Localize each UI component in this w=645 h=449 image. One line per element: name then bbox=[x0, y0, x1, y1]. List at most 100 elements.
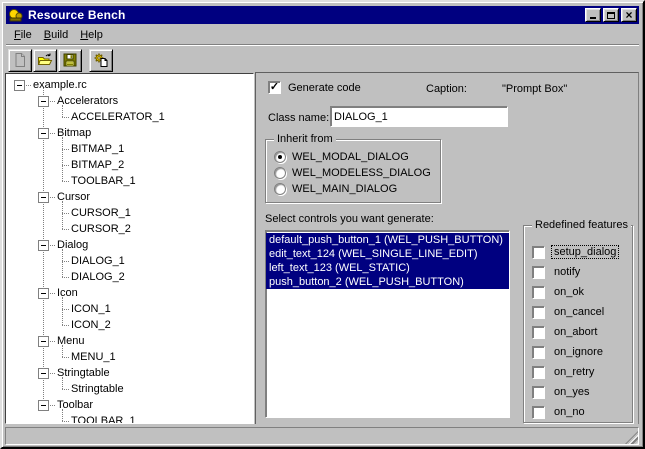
menu-build[interactable]: Build bbox=[38, 27, 74, 43]
collapse-icon[interactable] bbox=[38, 240, 49, 251]
feature-label: setup_dialog bbox=[552, 246, 618, 258]
tree-item-cursor[interactable]: Cursor bbox=[6, 189, 253, 205]
tree-leaves: DIALOG_1DIALOG_2 bbox=[6, 253, 253, 285]
tree-item-toolbar_1[interactable]: TOOLBAR_1 bbox=[6, 413, 253, 424]
maximize-icon bbox=[607, 12, 615, 19]
tree-line bbox=[62, 213, 69, 214]
open-file-button[interactable] bbox=[33, 49, 57, 72]
tree-item-menu_1[interactable]: MENU_1 bbox=[6, 349, 253, 365]
tree-line bbox=[62, 357, 69, 358]
tree-item-toolbar[interactable]: Toolbar bbox=[6, 397, 253, 413]
tree-item-label: example.rc bbox=[33, 79, 87, 91]
tree-line bbox=[50, 373, 55, 374]
tree-item-dialog_2[interactable]: DIALOG_2 bbox=[6, 269, 253, 285]
radio-wel_main_dialog[interactable]: WEL_MAIN_DIALOG bbox=[266, 181, 440, 197]
tree-line bbox=[50, 133, 55, 134]
close-button[interactable]: × bbox=[621, 8, 637, 22]
tree-line bbox=[50, 341, 55, 342]
tree-line bbox=[50, 245, 55, 246]
feature-checkbox[interactable]: ✓ bbox=[532, 366, 545, 379]
feature-label: on_ok bbox=[552, 286, 586, 298]
tree-groups: Accelerators ACCELERATOR_1BitmapBITMAP_1B… bbox=[6, 93, 253, 424]
controls-list-label: Select controls you want generate: bbox=[265, 213, 434, 225]
generate-code-label: Generate code bbox=[288, 82, 361, 94]
list-item[interactable]: default_push_button_1 (WEL_PUSH_BUTTON) bbox=[266, 233, 509, 247]
collapse-icon[interactable] bbox=[38, 192, 49, 203]
toolbar bbox=[6, 48, 639, 72]
collapse-icon[interactable] bbox=[38, 128, 49, 139]
tree-line bbox=[62, 229, 69, 230]
feature-checkbox[interactable]: ✓ bbox=[532, 326, 545, 339]
tree-item-stringtable[interactable]: Stringtable bbox=[6, 365, 253, 381]
feature-checkbox[interactable]: ✓ bbox=[532, 286, 545, 299]
feature-label: on_no bbox=[552, 406, 587, 418]
tree-line bbox=[50, 101, 55, 102]
tree-item-dialog[interactable]: Dialog bbox=[6, 237, 253, 253]
list-item[interactable]: left_text_123 (WEL_STATIC) bbox=[266, 261, 509, 275]
new-document-button[interactable] bbox=[8, 49, 32, 72]
tree-item-bitmap[interactable]: Bitmap bbox=[6, 125, 253, 141]
controls-listbox[interactable]: default_push_button_1 (WEL_PUSH_BUTTON)e… bbox=[265, 230, 510, 418]
feature-notify: ✓notify bbox=[524, 262, 632, 282]
tree-leaves: BITMAP_1BITMAP_2TOOLBAR_1 bbox=[6, 141, 253, 189]
class-name-input[interactable] bbox=[330, 106, 508, 127]
menu-file[interactable]: File bbox=[8, 27, 38, 43]
build-code-button[interactable] bbox=[89, 49, 113, 72]
radio-label: WEL_MODAL_DIALOG bbox=[292, 151, 409, 163]
tree-item-icon_2[interactable]: ICON_2 bbox=[6, 317, 253, 333]
maximize-button[interactable] bbox=[603, 8, 619, 22]
dialog-form-panel: ✓ Generate code Caption: "Prompt Box" Cl… bbox=[255, 72, 639, 424]
feature-on_abort: ✓on_abort bbox=[524, 322, 632, 342]
collapse-icon[interactable] bbox=[38, 400, 49, 411]
caption-label: Caption: bbox=[426, 83, 467, 95]
tree-item-menu[interactable]: Menu bbox=[6, 333, 253, 349]
tree-item-accelerator_1[interactable]: ACCELERATOR_1 bbox=[6, 109, 253, 125]
tree-line bbox=[62, 389, 69, 390]
resize-grip[interactable] bbox=[625, 431, 638, 444]
tree-leaves: TOOLBAR_1 bbox=[6, 413, 253, 424]
inherit-from-title: Inherit from bbox=[274, 133, 336, 145]
tree-item-label: Accelerators bbox=[57, 95, 118, 107]
radio-wel_modeless_dialog[interactable]: WEL_MODELESS_DIALOG bbox=[266, 165, 440, 181]
list-item[interactable]: push_button_2 (WEL_PUSH_BUTTON) bbox=[266, 275, 509, 289]
feature-checkbox[interactable]: ✓ bbox=[532, 306, 545, 319]
list-item[interactable]: edit_text_124 (WEL_SINGLE_LINE_EDIT) bbox=[266, 247, 509, 261]
tree-line bbox=[26, 85, 31, 86]
redefined-features-title: Redefined features bbox=[532, 219, 631, 231]
minimize-button[interactable] bbox=[585, 8, 601, 22]
resource-bench-icon bbox=[8, 7, 24, 23]
tree-item-toolbar_1[interactable]: TOOLBAR_1 bbox=[6, 173, 253, 189]
tree-line bbox=[50, 293, 55, 294]
feature-checkbox[interactable]: ✓ bbox=[532, 386, 545, 399]
tree-item-accelerators[interactable]: Accelerators bbox=[6, 93, 253, 109]
collapse-icon[interactable] bbox=[14, 80, 25, 91]
tree-item-bitmap_1[interactable]: BITMAP_1 bbox=[6, 141, 253, 157]
radio-button-icon bbox=[274, 151, 286, 163]
class-name-label: Class name: bbox=[268, 112, 329, 124]
collapse-icon[interactable] bbox=[38, 336, 49, 347]
feature-checkbox[interactable]: ✓ bbox=[532, 406, 545, 419]
menu-help[interactable]: Help bbox=[74, 27, 109, 43]
tree-item-dialog_1[interactable]: DIALOG_1 bbox=[6, 253, 253, 269]
collapse-icon[interactable] bbox=[38, 96, 49, 107]
status-bar bbox=[5, 427, 639, 445]
resource-tree: example.rc Accelerators ACCELERATOR_1Bitma… bbox=[5, 73, 254, 424]
tree-line bbox=[62, 309, 69, 310]
tree-leaves: ACCELERATOR_1 bbox=[6, 109, 253, 125]
generate-code-checkbox[interactable]: ✓ bbox=[268, 81, 281, 94]
feature-checkbox[interactable]: ✓ bbox=[532, 246, 545, 259]
save-button[interactable] bbox=[58, 49, 82, 72]
feature-setup_dialog: ✓ setup_dialog bbox=[524, 242, 632, 262]
collapse-icon[interactable] bbox=[38, 368, 49, 379]
tree-item-icon_1[interactable]: ICON_1 bbox=[6, 301, 253, 317]
feature-checkbox[interactable]: ✓ bbox=[532, 346, 545, 359]
collapse-icon[interactable] bbox=[38, 288, 49, 299]
tree-item-cursor_2[interactable]: CURSOR_2 bbox=[6, 221, 253, 237]
feature-checkbox[interactable]: ✓ bbox=[532, 266, 545, 279]
tree-item-stringtable[interactable]: Stringtable bbox=[6, 381, 253, 397]
radio-wel_modal_dialog[interactable]: WEL_MODAL_DIALOG bbox=[266, 149, 440, 165]
window-title: Resource Bench bbox=[28, 8, 585, 22]
tree-item-cursor_1[interactable]: CURSOR_1 bbox=[6, 205, 253, 221]
tree-item-icon[interactable]: Icon bbox=[6, 285, 253, 301]
tree-item-bitmap_2[interactable]: BITMAP_2 bbox=[6, 157, 253, 173]
